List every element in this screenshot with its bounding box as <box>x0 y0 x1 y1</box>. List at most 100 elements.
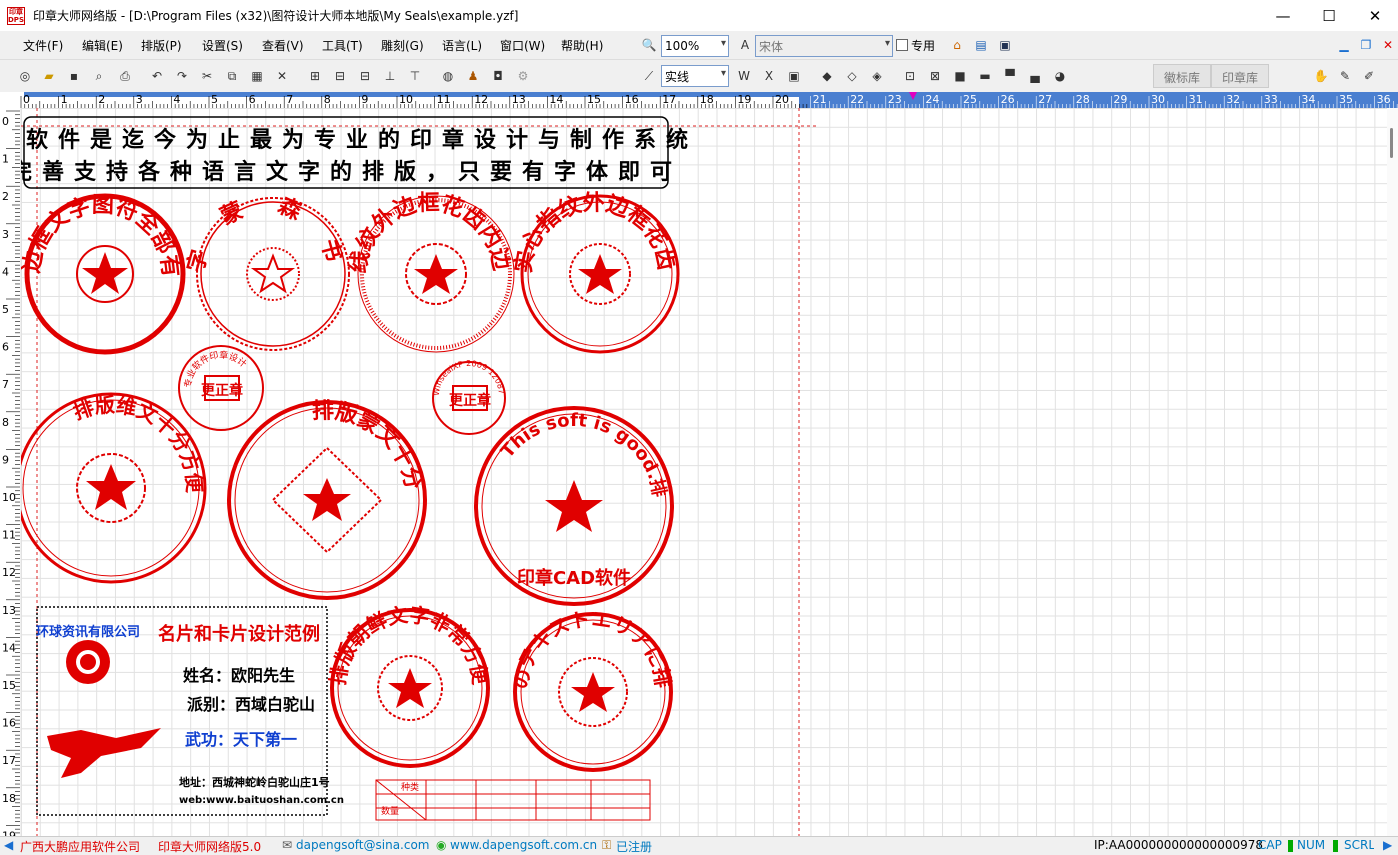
business-card[interactable]: 环球资讯有限公司 名片和卡片设计范例 姓名：欧阳先生 派别：西域白驼山 武功：天… <box>36 606 344 816</box>
scroll-right-icon[interactable]: ▶ <box>1383 838 1392 852</box>
font-select[interactable]: 宋体 ▾ <box>755 35 893 57</box>
stamp3-icon[interactable]: ◈ <box>868 67 886 85</box>
ruler-h-label: 23 <box>888 93 902 106</box>
tab-seal-library[interactable]: 印章库 <box>1211 64 1270 88</box>
redo-icon[interactable]: ↷ <box>173 67 191 85</box>
menu-edit[interactable]: 编辑(E) <box>82 37 123 54</box>
ruler-v-label: 17 <box>2 754 16 767</box>
ruler-h-label: 8 <box>324 93 331 106</box>
menu-engrave[interactable]: 雕刻(G) <box>381 37 424 54</box>
menu-view[interactable]: 查看(V) <box>262 37 304 54</box>
word-icon[interactable]: W <box>735 67 753 85</box>
close-button[interactable]: ✕ <box>1352 0 1398 31</box>
exclusive-checkbox[interactable] <box>896 39 908 51</box>
copy-icon[interactable]: ⧉ <box>223 67 241 85</box>
paste-icon[interactable]: ▦ <box>248 67 266 85</box>
ruler-h-label: 17 <box>662 93 676 106</box>
horizontal-ruler: 0 1 2 3 4 5 6 7 8 9 10 11 12 13 14 15 16 17 18 19 20 21 22 23 24… <box>14 92 1398 108</box>
align-right-icon[interactable]: ⊟ <box>356 67 374 85</box>
pen-icon[interactable]: ✎ <box>1336 67 1354 85</box>
menu-layout[interactable]: 排版(P) <box>141 37 182 54</box>
excel-icon[interactable]: X <box>760 67 778 85</box>
menu-file[interactable]: 文件(F) <box>23 37 63 54</box>
ruler-h-label: 6 <box>249 93 256 106</box>
caps-indicator <box>1288 840 1293 852</box>
form-table[interactable]: 种类 数量 <box>375 779 651 821</box>
ruler-v-label: 3 <box>2 228 9 241</box>
stamp2-icon[interactable]: ◇ <box>843 67 861 85</box>
align-top-icon[interactable]: ⊥ <box>381 67 399 85</box>
headline-line-2[interactable]: 完善支持各种语言文字的排版，只要有字体即可 <box>21 159 682 185</box>
bring-front-icon[interactable]: ■ <box>951 67 969 85</box>
headline-line-1[interactable]: 本软件是迄今为止最为专业的印章设计与制作系统 <box>21 127 698 153</box>
globe-icon: ◉ <box>436 838 447 852</box>
align-bottom-icon[interactable]: ⊤ <box>406 67 424 85</box>
scroll-thumb[interactable] <box>1390 128 1393 158</box>
tab-logo-library[interactable]: 徽标库 <box>1153 64 1212 88</box>
stamp1-icon[interactable]: ◆ <box>818 67 836 85</box>
card-name: 姓名：欧阳先生 <box>183 666 295 685</box>
seal-mongolian-script[interactable]: 字 蒙 森 书 <box>182 193 350 351</box>
card-address: 地址：西城神蛇岭白驼山庄1号 <box>179 775 330 789</box>
scroll-left-icon[interactable]: ◀ <box>4 838 13 852</box>
status-ip: IP:AA000000000000000978 <box>1094 838 1263 852</box>
backward-icon[interactable]: ▄ <box>1026 67 1044 85</box>
fill-icon[interactable]: ◍ <box>439 67 457 85</box>
num-indicator <box>1333 840 1338 852</box>
print-icon[interactable]: ⎙ <box>116 67 134 85</box>
status-website[interactable]: www.dapengsoft.com.cn <box>450 838 597 852</box>
image-icon[interactable]: ▣ <box>785 67 803 85</box>
monitor-icon[interactable]: ▣ <box>996 36 1014 54</box>
ruler-h-label: 3 <box>136 93 143 106</box>
send-back-icon[interactable]: ▬ <box>976 67 994 85</box>
seal-correction-a[interactable]: 更正章 专业软件印章设计 <box>178 345 264 431</box>
maximize-button[interactable]: ☐ <box>1306 0 1352 31</box>
menu-settings[interactable]: 设置(S) <box>202 37 243 54</box>
card-school: 派别：西域白驼山 <box>187 695 315 714</box>
group-icon[interactable]: ⊡ <box>901 67 919 85</box>
font-value: 宋体 <box>759 39 784 54</box>
ungroup-icon[interactable]: ⊠ <box>926 67 944 85</box>
seal-korean[interactable]: 排版朝鲜文字非常方便 <box>325 602 493 768</box>
window-title: 印章大师网络版 - [D:\Program Files (x32)\图符设计大师… <box>33 9 519 23</box>
app-logo-icon: 印章 DPS <box>7 6 25 25</box>
settings-icon[interactable]: ⚙ <box>514 67 532 85</box>
status-email[interactable]: dapengsoft@sina.com <box>296 838 430 852</box>
mdi-restore-icon[interactable]: ❐ <box>1357 36 1375 54</box>
brush-icon[interactable]: ✐ <box>1360 67 1378 85</box>
cut-icon[interactable]: ✂ <box>198 67 216 85</box>
line-style-select[interactable]: 实线 ▾ <box>661 65 729 87</box>
vertical-scrollbar[interactable] <box>1387 108 1398 836</box>
delete-icon[interactable]: ✕ <box>273 67 291 85</box>
figure-icon[interactable]: ♟ <box>464 67 482 85</box>
ruler-h-label: 32 <box>1226 93 1240 106</box>
save-icon[interactable]: ▪ <box>65 67 83 85</box>
book-icon[interactable]: ▤ <box>972 36 990 54</box>
ruler-h-label: 24 <box>925 93 939 106</box>
zoom-select[interactable]: 100% ▾ <box>661 35 729 57</box>
align-center-icon[interactable]: ⊞ <box>306 67 324 85</box>
zoom-icon[interactable]: 🔍 <box>640 36 658 54</box>
line-tool-icon[interactable]: ⟋ <box>640 67 658 85</box>
minimize-button[interactable]: — <box>1260 0 1306 31</box>
undo-icon[interactable]: ↶ <box>148 67 166 85</box>
mdi-close-icon[interactable]: ✕ <box>1379 36 1397 54</box>
new-icon[interactable]: ◎ <box>16 67 34 85</box>
camera-icon[interactable]: ◘ <box>489 67 507 85</box>
forward-icon[interactable]: ▀ <box>1001 67 1019 85</box>
mdi-minimize-icon[interactable]: ▁ <box>1335 36 1353 54</box>
menu-window[interactable]: 窗口(W) <box>500 37 545 54</box>
design-canvas[interactable]: 本软件是迄今为止最为专业的印章设计与制作系统 完善支持各种语言文字的排版，只要有… <box>21 108 1387 836</box>
pie-icon[interactable]: ◕ <box>1051 67 1069 85</box>
menu-help[interactable]: 帮助(H) <box>561 37 603 54</box>
home-icon[interactable]: ⌂ <box>948 36 966 54</box>
align-left-icon[interactable]: ⊟ <box>331 67 349 85</box>
open-icon[interactable]: ▰ <box>40 67 58 85</box>
svg-text:排版维文十分方便: 排版维文十分方便 <box>70 393 207 495</box>
hand-icon[interactable]: ✋ <box>1312 67 1330 85</box>
print-preview-icon[interactable]: ⌕ <box>90 67 108 85</box>
card-title: 名片和卡片设计范例 <box>158 623 320 645</box>
menu-language[interactable]: 语言(L) <box>442 37 482 54</box>
menu-tools[interactable]: 工具(T) <box>322 37 363 54</box>
seal-uyghur[interactable]: 排版维文十分方便 <box>21 393 207 584</box>
